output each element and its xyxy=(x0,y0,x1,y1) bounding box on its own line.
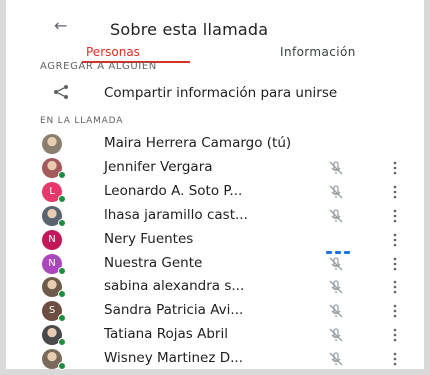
online-status-dot xyxy=(58,362,66,371)
page-title: Sobre esta llamada xyxy=(110,20,269,39)
tab-information[interactable]: Información xyxy=(280,44,356,60)
participant-row[interactable]: L Leonardo A. Soto P... xyxy=(0,180,430,204)
mic-off-icon xyxy=(329,352,343,366)
participant-row[interactable]: N Nery Fuentes xyxy=(0,228,430,254)
mic-off-icon xyxy=(329,304,343,318)
share-icon xyxy=(54,85,68,99)
participant-row[interactable]: Maira Herrera Camargo (tú) xyxy=(0,132,430,156)
more-options-icon[interactable] xyxy=(393,304,397,318)
section-in-call-label: EN LA LLAMADA xyxy=(40,116,124,126)
more-options-icon[interactable] xyxy=(393,352,397,366)
online-status-dot xyxy=(58,170,66,179)
online-status-dot xyxy=(58,218,66,227)
more-options-icon[interactable] xyxy=(393,328,397,342)
online-status-dot xyxy=(58,194,66,203)
participant-name: sabina alexandra s... xyxy=(104,278,245,295)
share-join-info-label: Compartir información para unirse xyxy=(104,85,338,101)
avatar xyxy=(42,134,62,154)
more-options-icon[interactable] xyxy=(393,185,397,199)
avatar: N xyxy=(42,229,62,250)
participant-row[interactable]: Jennifer Vergara xyxy=(0,156,430,180)
mic-off-icon xyxy=(329,161,343,175)
tab-people[interactable]: Personas xyxy=(86,44,140,60)
participant-name: Maira Herrera Camargo (tú) xyxy=(104,135,292,151)
participant-name: Leonardo A. Soto P... xyxy=(104,182,243,199)
top-bar: ← Sobre esta llamada xyxy=(6,0,424,42)
participant-row[interactable]: Tatiana Rojas Abril xyxy=(0,323,430,347)
share-join-info-item[interactable]: Compartir información para unirse xyxy=(6,78,424,106)
participant-row[interactable]: N Nuestra Gente xyxy=(0,252,430,276)
participant-name: Nuestra Gente xyxy=(104,254,203,271)
more-options-icon[interactable] xyxy=(393,233,397,247)
add-person-label[interactable]: AGREGAR A ALGUIEN xyxy=(40,62,157,69)
more-options-icon[interactable] xyxy=(393,280,397,294)
more-options-icon[interactable] xyxy=(393,257,397,271)
participant-name: lhasa jaramillo cast... xyxy=(104,206,248,223)
participant-row[interactable]: Wisney Martinez D... xyxy=(0,347,430,371)
mic-off-icon xyxy=(329,328,343,342)
participant-row[interactable]: sabina alexandra s... xyxy=(0,275,430,299)
speaking-indicator-icon xyxy=(326,239,354,254)
online-status-dot xyxy=(58,314,66,323)
mic-off-icon xyxy=(329,185,343,199)
participant-name: Tatiana Rojas Abril xyxy=(104,326,228,343)
participant-name: Jennifer Vergara xyxy=(104,158,213,175)
back-arrow-icon[interactable]: ← xyxy=(54,18,67,34)
online-status-dot xyxy=(58,266,66,275)
participant-row[interactable]: S Sandra Patricia Avi... xyxy=(0,299,430,323)
more-options-icon[interactable] xyxy=(393,209,397,223)
participant-name: Sandra Patricia Avi... xyxy=(104,302,244,319)
mic-off-icon xyxy=(329,256,343,270)
mic-off-icon xyxy=(329,280,343,294)
more-options-icon[interactable] xyxy=(393,161,397,175)
online-status-dot xyxy=(58,290,66,299)
online-status-dot xyxy=(58,338,66,347)
participant-name: Wisney Martinez D... xyxy=(104,350,244,367)
participant-name: Nery Fuentes xyxy=(104,230,194,247)
participant-row[interactable]: lhasa jaramillo cast... xyxy=(0,204,430,228)
mic-off-icon xyxy=(329,209,343,223)
